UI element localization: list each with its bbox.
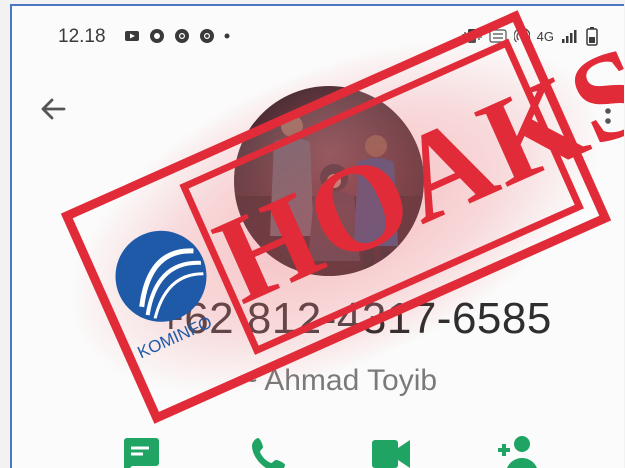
chrome-icon-2: [200, 29, 214, 43]
phone-screen: 12.18 4G: [10, 4, 624, 468]
video-icon[interactable]: [368, 434, 412, 468]
more-notifications-dot-icon: [224, 33, 230, 39]
video-app-icon: [125, 31, 139, 41]
arrow-left-icon[interactable]: [36, 92, 70, 126]
action-bar: [12, 434, 624, 468]
add-person-icon[interactable]: [496, 434, 540, 468]
hoax-stamp: HOAKS KOMINFO: [21, 6, 624, 464]
phone-icon[interactable]: [248, 434, 292, 468]
app-d-icon: [150, 29, 164, 43]
notification-icons: [124, 28, 230, 44]
clock: 12.18: [58, 26, 106, 47]
chrome-icon: [175, 29, 189, 43]
